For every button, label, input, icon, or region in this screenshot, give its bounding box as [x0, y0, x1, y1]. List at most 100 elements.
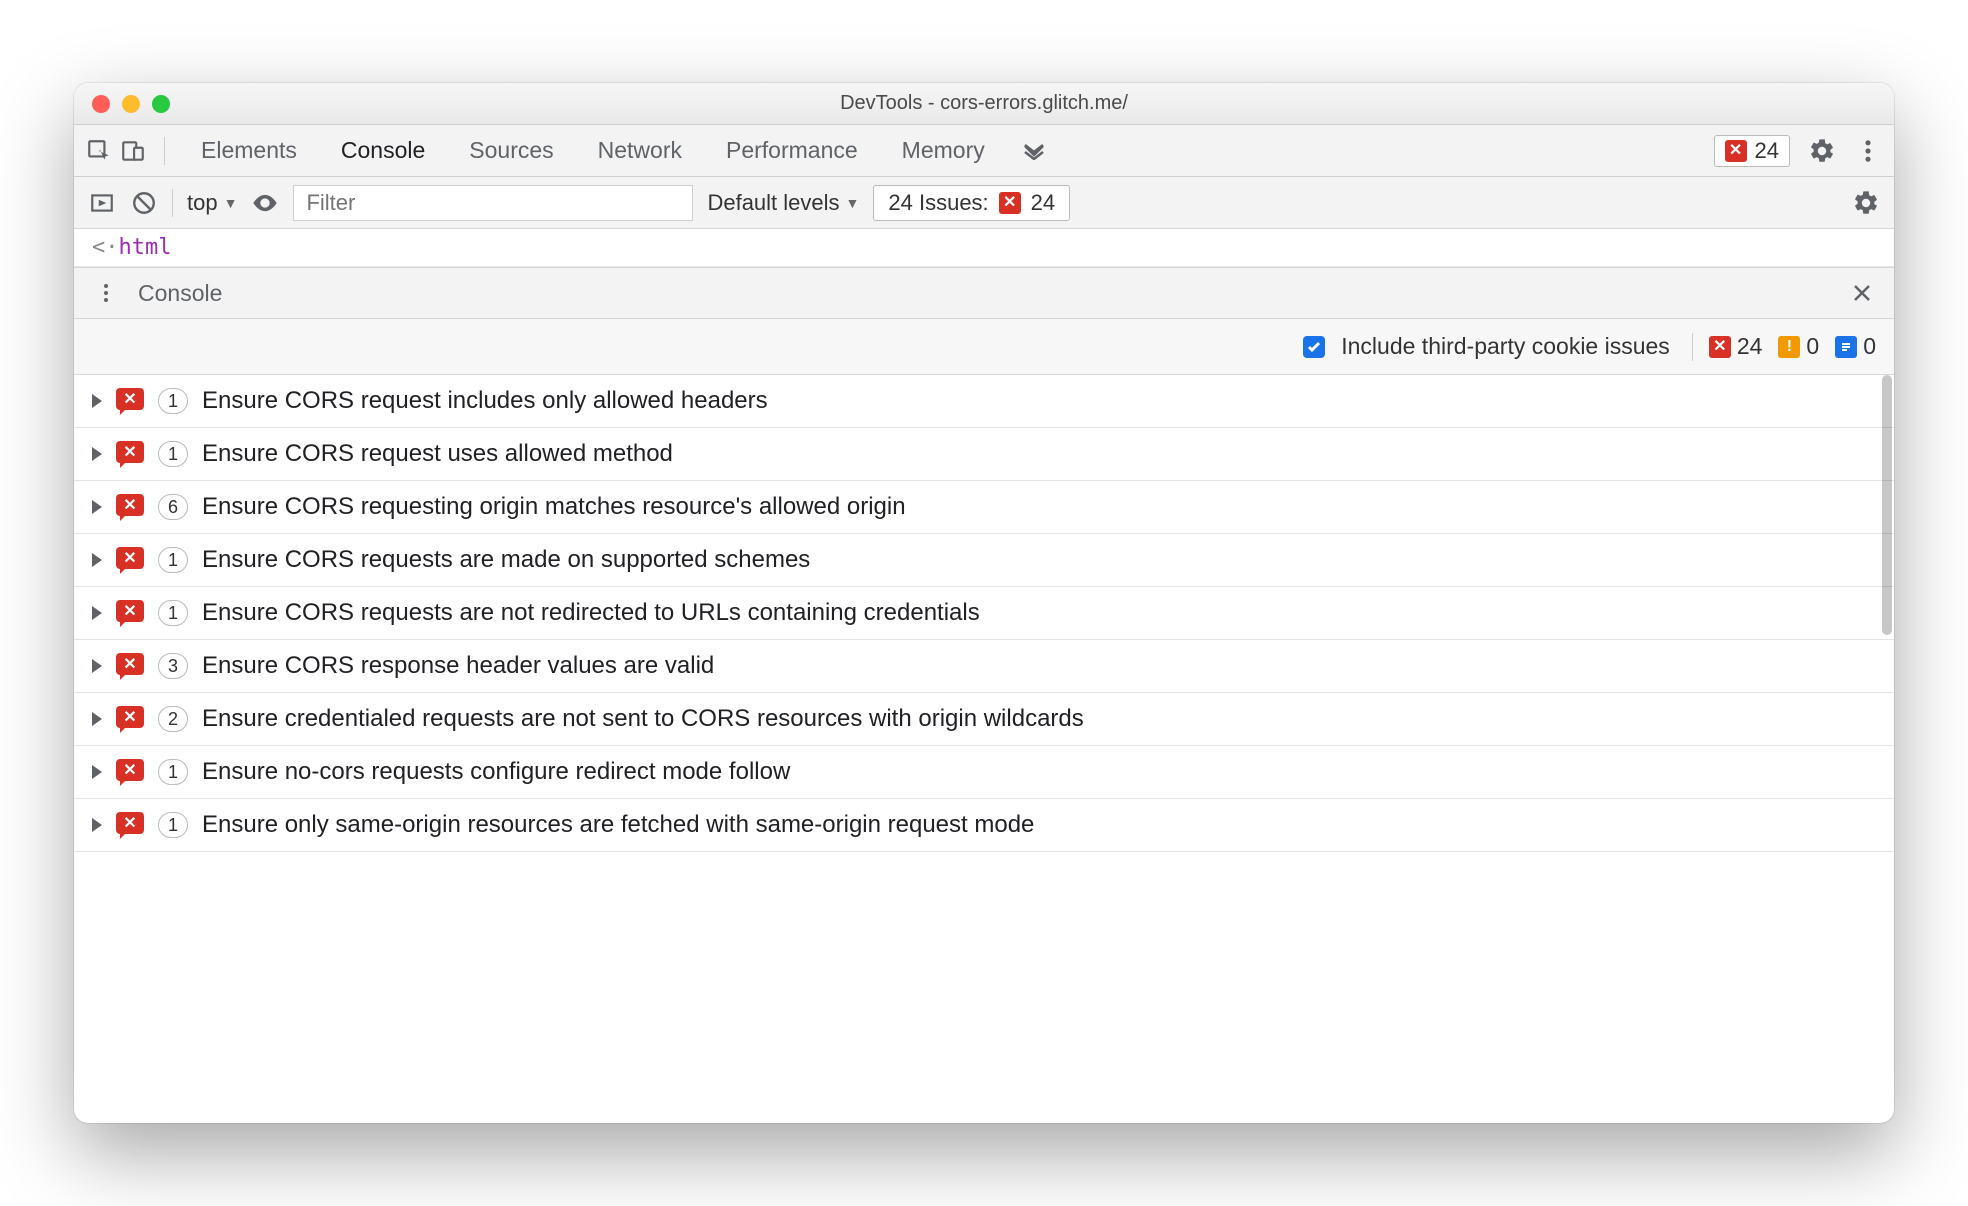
issue-count-pill: 1	[158, 388, 188, 414]
disclosure-triangle-icon[interactable]	[92, 659, 102, 673]
dropdown-triangle-icon: ▼	[224, 195, 238, 211]
issues-label: 24 Issues:	[888, 190, 988, 216]
console-filterbar: top ▼ Default levels ▼ 24 Issues: ✕ 24	[74, 177, 1894, 229]
third-party-checkbox[interactable]	[1303, 336, 1325, 358]
issue-title: Ensure credentialed requests are not sen…	[202, 705, 1084, 733]
tab-memory[interactable]: Memory	[884, 125, 1003, 176]
separator	[1692, 333, 1693, 361]
error-bubble-icon: ✕	[116, 706, 144, 732]
separator	[164, 137, 165, 165]
source-prefix: <·	[92, 235, 119, 260]
error-bubble-icon: ✕	[116, 441, 144, 467]
kebab-menu-icon[interactable]	[1854, 137, 1882, 165]
issue-title: Ensure only same-origin resources are fe…	[202, 811, 1034, 839]
error-bubble-icon: ✕	[116, 547, 144, 573]
warning-summary-count: 0	[1806, 333, 1819, 360]
source-preview-line: <·html	[74, 229, 1894, 267]
issue-row[interactable]: ✕ 1 Ensure CORS request includes only allo…	[74, 375, 1894, 428]
error-bubble-icon: ✕	[116, 600, 144, 626]
context-label: top	[187, 190, 218, 216]
issue-row[interactable]: ✕3Ensure CORS response header values are…	[74, 640, 1894, 693]
titlebar: DevTools - cors-errors.glitch.me/	[74, 83, 1894, 125]
error-icon: ✕	[1725, 140, 1747, 162]
info-summary[interactable]: 0	[1835, 333, 1876, 360]
window-minimize-button[interactable]	[122, 95, 140, 113]
devtools-window: DevTools - cors-errors.glitch.me/ Elemen…	[74, 83, 1894, 1123]
issue-title: Ensure CORS request includes only allowe…	[202, 387, 768, 415]
issue-row[interactable]: ✕ 1 Ensure CORS requests are not redirecte…	[74, 587, 1894, 640]
issues-count: 24	[1031, 190, 1055, 216]
context-selector[interactable]: top ▼	[187, 190, 237, 216]
window-title: DevTools - cors-errors.glitch.me/	[74, 92, 1894, 115]
disclosure-triangle-icon[interactable]	[92, 500, 102, 514]
disclosure-triangle-icon[interactable]	[92, 606, 102, 620]
issue-row[interactable]: ✕1Ensure no-cors requests configure redi…	[74, 746, 1894, 799]
log-levels-selector[interactable]: Default levels ▼	[707, 190, 859, 216]
drawer-menu-icon[interactable]	[92, 279, 120, 307]
device-toggle-icon[interactable]	[120, 138, 146, 164]
issue-row[interactable]: ✕6Ensure CORS requesting origin matches …	[74, 481, 1894, 534]
issue-count-pill: 2	[158, 706, 188, 732]
window-close-button[interactable]	[92, 95, 110, 113]
inspect-icon[interactable]	[86, 138, 112, 164]
issue-count-pill: 6	[158, 494, 188, 520]
error-icon: ✕	[1709, 336, 1731, 358]
issue-title: Ensure CORS requests are not redirected …	[202, 599, 980, 627]
issue-count-pill: 3	[158, 653, 188, 679]
error-summary[interactable]: ✕ 24	[1709, 333, 1763, 360]
error-bubble-icon: ✕	[116, 812, 144, 838]
disclosure-triangle-icon[interactable]	[92, 447, 102, 461]
more-tabs-icon[interactable]	[1021, 142, 1047, 160]
error-count-badge[interactable]: ✕ 24	[1714, 135, 1790, 167]
console-settings-gear-icon[interactable]	[1852, 189, 1880, 217]
issue-row[interactable]: ✕ 1 Ensure CORS requests are made on suppo…	[74, 534, 1894, 587]
third-party-checkbox-label[interactable]: Include third-party cookie issues	[1341, 333, 1670, 360]
issue-count-pill: 1	[158, 600, 188, 626]
issue-title: Ensure CORS requests are made on support…	[202, 546, 810, 574]
info-summary-count: 0	[1863, 333, 1876, 360]
tab-console[interactable]: Console	[323, 125, 443, 176]
drawer-close-icon[interactable]	[1848, 279, 1876, 307]
tab-sources[interactable]: Sources	[451, 125, 571, 176]
disclosure-triangle-icon[interactable]	[92, 765, 102, 779]
error-bubble-icon: ✕	[116, 388, 144, 414]
issues-counter[interactable]: 24 Issues: ✕ 24	[873, 185, 1070, 221]
live-expression-icon[interactable]	[251, 189, 279, 217]
levels-label: Default levels	[707, 190, 839, 216]
disclosure-triangle-icon[interactable]	[92, 712, 102, 726]
scrollbar-thumb[interactable]	[1882, 375, 1892, 635]
disclosure-triangle-icon[interactable]	[92, 553, 102, 567]
filter-input[interactable]	[293, 185, 693, 221]
drawer-header: Console	[74, 267, 1894, 319]
issue-count-pill: 1	[158, 812, 188, 838]
source-text: html	[119, 235, 172, 260]
error-count: 24	[1755, 138, 1779, 164]
issue-count-pill: 1	[158, 547, 188, 573]
tab-elements[interactable]: Elements	[183, 125, 315, 176]
window-zoom-button[interactable]	[152, 95, 170, 113]
issue-title: Ensure CORS requesting origin matches re…	[202, 493, 906, 521]
error-bubble-icon: ✕	[116, 759, 144, 785]
issue-row[interactable]: ✕ 1 Ensure only same-origin resources are …	[74, 799, 1894, 852]
info-icon	[1835, 336, 1857, 358]
clear-console-icon[interactable]	[130, 189, 158, 217]
disclosure-triangle-icon[interactable]	[92, 818, 102, 832]
settings-gear-icon[interactable]	[1808, 137, 1836, 165]
disclosure-triangle-icon[interactable]	[92, 394, 102, 408]
main-tabbar: Elements Console Sources Network Perform…	[74, 125, 1894, 177]
issue-row[interactable]: ✕ 2 Ensure credentialed requests are not s…	[74, 693, 1894, 746]
error-summary-count: 24	[1737, 333, 1763, 360]
issue-title: Ensure CORS request uses allowed method	[202, 440, 673, 468]
issue-count-pill: 1	[158, 441, 188, 467]
error-icon: ✕	[999, 192, 1021, 214]
traffic-lights	[92, 95, 170, 113]
issue-row[interactable]: ✕ 1 Ensure CORS request uses allowed metho…	[74, 428, 1894, 481]
tab-network[interactable]: Network	[580, 125, 700, 176]
tab-performance[interactable]: Performance	[708, 125, 876, 176]
execution-context-icon[interactable]	[88, 189, 116, 217]
scrollbar-track[interactable]	[1882, 375, 1892, 1123]
warning-icon: !	[1778, 336, 1800, 358]
warning-summary[interactable]: ! 0	[1778, 333, 1819, 360]
issues-list[interactable]: ✕ 1 Ensure CORS request includes only allo…	[74, 375, 1894, 1123]
separator	[172, 189, 173, 217]
